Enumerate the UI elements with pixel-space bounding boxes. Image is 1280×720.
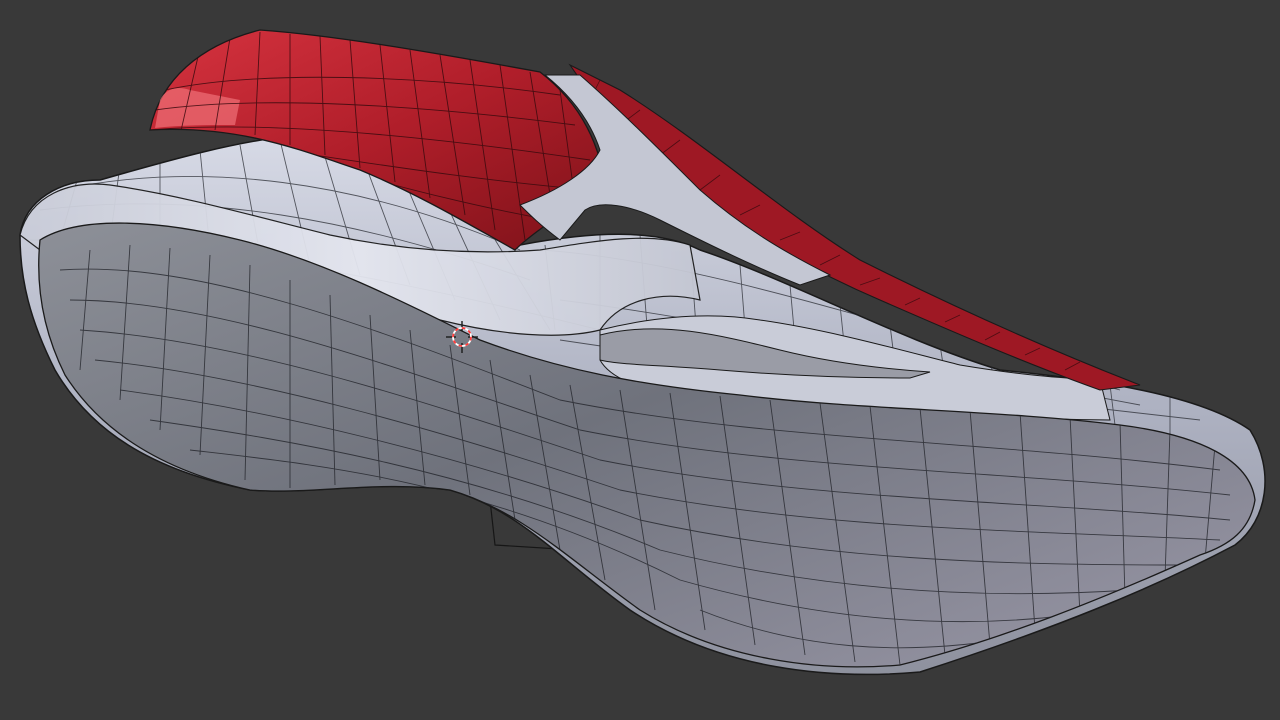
viewport-canvas[interactable] xyxy=(0,0,1280,720)
3d-viewport[interactable] xyxy=(0,0,1280,720)
